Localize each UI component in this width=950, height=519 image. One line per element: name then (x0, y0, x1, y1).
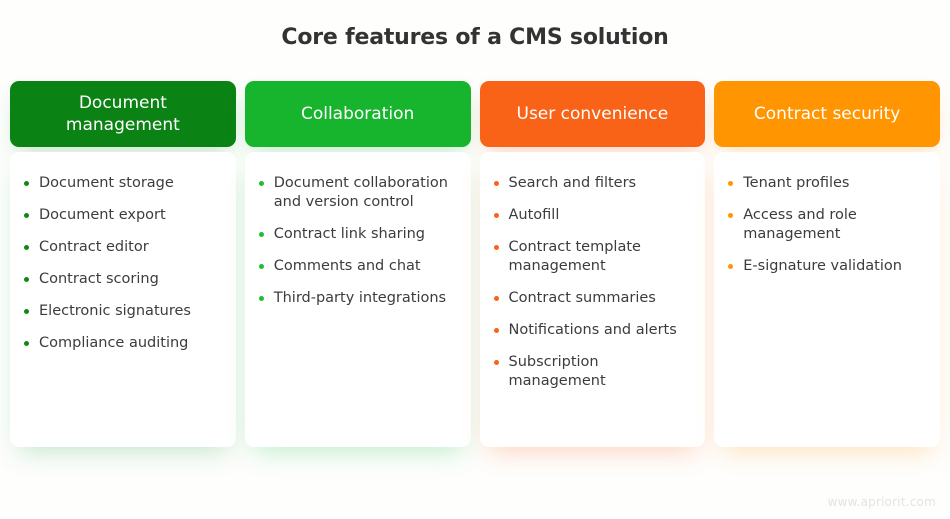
bullet-icon (24, 341, 29, 346)
bullet-icon (258, 296, 264, 301)
bullet-icon (728, 213, 734, 218)
feature-column: Contract security Tenant profiles Access a… (714, 81, 940, 447)
feature-label: Search and filters (508, 175, 637, 191)
feature-list-item: Electronic signatures (24, 302, 222, 321)
feature-label: E-signature validation (743, 258, 902, 274)
bullet-icon (728, 264, 734, 269)
bullet-icon (493, 296, 499, 301)
bullet-icon (258, 181, 264, 186)
feature-list-item: Contract link sharing (258, 225, 457, 244)
feature-column: User convenience Search and filters Autofi… (479, 81, 706, 447)
feature-label: Access and role management (743, 207, 857, 242)
feature-label: Contract template management (508, 239, 641, 274)
feature-list-item: Subscription management (493, 353, 692, 391)
feature-list: Document collaboration and version contr… (258, 174, 457, 308)
column-body: Document storage Document export Contract … (10, 152, 236, 447)
feature-label: Contract scoring (39, 271, 159, 287)
column-header: User convenience (479, 81, 706, 147)
bullet-icon (493, 328, 499, 333)
feature-columns: Document management Document storage Docum… (10, 81, 940, 447)
column-header: Contract security (714, 81, 940, 147)
feature-list-item: E-signature validation (728, 257, 926, 276)
feature-list-item: Notifications and alerts (493, 321, 692, 340)
column-header: Document management (10, 81, 236, 147)
feature-label: Electronic signatures (39, 303, 191, 319)
bullet-icon (24, 309, 29, 314)
watermark: www.apriorit.com (827, 495, 936, 509)
column-header: Collaboration (244, 81, 471, 147)
bullet-icon (24, 277, 29, 282)
feature-label: Contract editor (39, 239, 149, 255)
bullet-icon (24, 181, 29, 186)
feature-list-item: Contract template management (493, 238, 692, 276)
feature-column: Document management Document storage Docum… (10, 81, 236, 447)
bullet-icon (258, 264, 264, 269)
feature-label: Tenant profiles (743, 175, 850, 191)
bullet-icon (24, 213, 29, 218)
feature-list-item: Contract summaries (493, 289, 692, 308)
feature-label: Contract summaries (508, 290, 656, 306)
bullet-icon (728, 181, 734, 186)
feature-label: Autofill (508, 207, 560, 223)
feature-label: Document storage (39, 175, 174, 191)
feature-label: Contract link sharing (273, 226, 426, 242)
feature-list-item: Third-party integrations (258, 289, 457, 308)
bullet-icon (258, 232, 264, 237)
feature-list: Search and filters Autofill Contract templ… (493, 174, 692, 391)
bullet-icon (493, 181, 499, 186)
feature-label: Compliance auditing (39, 335, 189, 351)
feature-list-item: Contract scoring (24, 270, 222, 289)
column-body: Search and filters Autofill Contract templ… (479, 152, 706, 447)
page-title: Core features of a CMS solution (281, 25, 669, 50)
feature-list-item: Search and filters (493, 174, 692, 193)
feature-label: Comments and chat (273, 258, 421, 274)
feature-list-item: Document collaboration and version contr… (258, 174, 457, 212)
feature-list: Tenant profiles Access and role managemen… (728, 174, 926, 276)
column-body: Document collaboration and version contr… (244, 152, 471, 447)
bullet-icon (493, 360, 499, 365)
column-body: Tenant profiles Access and role managemen… (714, 152, 940, 447)
feature-list-item: Document storage (24, 174, 222, 193)
feature-column: Collaboration Document collaboration and … (244, 81, 471, 447)
feature-list-item: Contract editor (24, 238, 222, 257)
feature-list-item: Access and role management (728, 206, 926, 244)
feature-list-item: Compliance auditing (24, 334, 222, 353)
feature-label: Subscription management (508, 354, 606, 389)
feature-list: Document storage Document export Contract … (24, 174, 222, 353)
feature-label: Document export (39, 207, 166, 223)
feature-label: Third-party integrations (273, 290, 447, 306)
feature-list-item: Autofill (493, 206, 692, 225)
feature-list-item: Comments and chat (258, 257, 457, 276)
feature-list-item: Document export (24, 206, 222, 225)
feature-label: Notifications and alerts (508, 322, 677, 338)
bullet-icon (493, 245, 499, 250)
bullet-icon (24, 245, 29, 250)
bullet-icon (493, 213, 499, 218)
feature-label: Document collaboration and version contr… (273, 175, 448, 210)
feature-list-item: Tenant profiles (728, 174, 926, 193)
